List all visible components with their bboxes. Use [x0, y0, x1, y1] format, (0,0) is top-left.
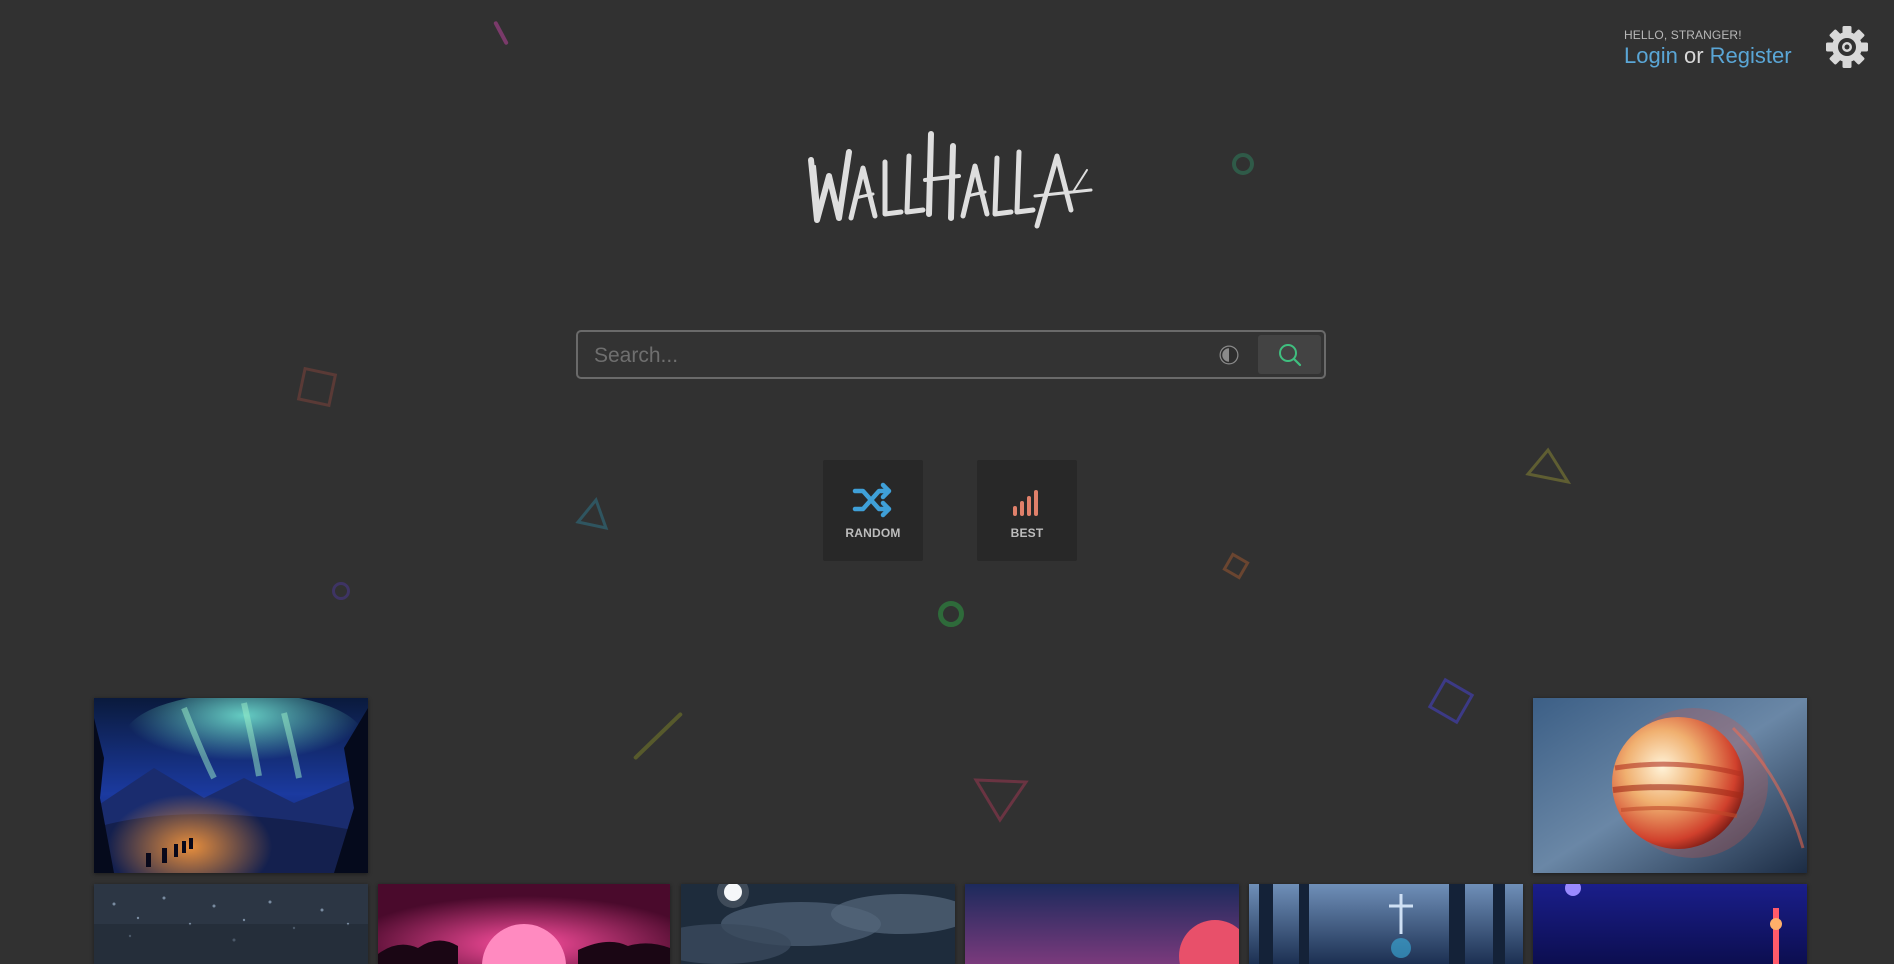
auth-links: Login or Register — [1624, 43, 1824, 69]
search-input[interactable] — [592, 338, 1196, 373]
best-button[interactable]: BEST — [977, 460, 1077, 561]
wallpaper-thumbnail-city-lights[interactable] — [94, 884, 368, 964]
decorative-line-olive — [632, 711, 684, 761]
decorative-ring-green — [1232, 153, 1254, 175]
user-area: HELLO, STRANGER! Login or Register — [1624, 28, 1824, 69]
best-label: BEST — [1010, 526, 1044, 540]
contrast-icon[interactable] — [1218, 344, 1240, 366]
wallpaper-thumbnail-pink-sun[interactable] — [378, 884, 670, 964]
search-icon — [1279, 344, 1302, 367]
signal-bars-icon — [1013, 490, 1038, 516]
random-button[interactable]: RANDOM — [823, 460, 923, 561]
decorative-square-brown — [296, 366, 338, 408]
random-label: RANDOM — [845, 526, 901, 540]
decorative-square-blue — [1427, 677, 1475, 725]
wallpaper-thumbnail-purple-sunset[interactable] — [965, 884, 1239, 964]
decorative-triangle-olive — [1524, 446, 1572, 491]
login-link[interactable]: Login — [1624, 43, 1678, 68]
search-bar — [576, 330, 1326, 379]
shuffle-icon — [852, 482, 892, 518]
search-submit-button[interactable] — [1258, 335, 1321, 374]
decorative-triangle-pink — [972, 776, 1030, 829]
wallpaper-thumbnail-aurora[interactable] — [94, 698, 368, 873]
decorative-ring-purple — [332, 582, 350, 600]
gear-icon[interactable] — [1824, 24, 1870, 70]
register-link[interactable]: Register — [1710, 43, 1792, 68]
wallpaper-thumbnail-planet[interactable] — [1533, 698, 1807, 873]
greeting-text: HELLO, STRANGER! — [1624, 28, 1742, 42]
wallhalla-logo — [805, 122, 1095, 234]
decorative-triangle-teal — [574, 496, 610, 537]
wallpaper-thumbnail-moon-clouds[interactable] — [681, 884, 955, 964]
or-text: or — [1683, 43, 1704, 68]
decorative-square-orange — [1222, 552, 1250, 580]
wallpaper-thumbnail-night-tower[interactable] — [1533, 884, 1807, 964]
decorative-ring-green-small — [938, 601, 964, 627]
wallpaper-thumbnail-blue-forest[interactable] — [1249, 884, 1523, 964]
decorative-line-purple — [493, 20, 509, 46]
